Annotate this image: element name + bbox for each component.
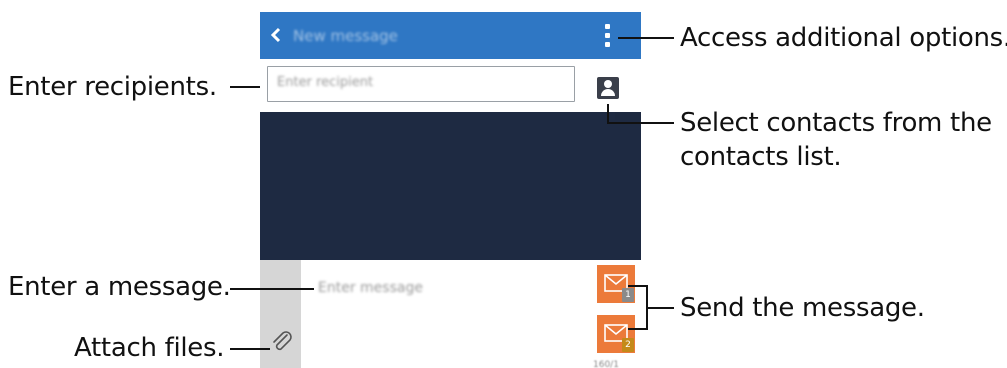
callout-contacts-line1: Select contacts from the <box>680 108 992 138</box>
callout-line <box>230 348 270 350</box>
callout-contacts-line2: contacts list. <box>680 142 842 172</box>
recipient-placeholder: Enter recipient <box>277 75 374 90</box>
recipient-row: Enter recipient <box>260 59 641 112</box>
callout-line <box>646 307 674 309</box>
callout-line <box>607 104 609 124</box>
recipient-input[interactable]: Enter recipient <box>267 66 575 102</box>
callout-line <box>230 86 260 88</box>
callout-attach: Attach files. <box>74 333 225 363</box>
send-button-sim2[interactable]: 2 <box>597 315 635 353</box>
sim-badge: 1 <box>622 288 634 302</box>
conversation-area <box>260 112 641 260</box>
callout-line <box>607 122 674 124</box>
callout-line <box>230 288 314 290</box>
divider <box>615 112 641 120</box>
contact-person-icon[interactable] <box>597 77 619 99</box>
callout-line <box>628 285 648 287</box>
sim-badge: 2 <box>622 338 634 352</box>
callout-send: Send the message. <box>680 293 925 323</box>
character-counter: 160/1 <box>593 360 619 368</box>
callout-options: Access additional options. <box>680 23 1007 53</box>
action-bar: New message <box>260 12 641 59</box>
phone-screen: New message Enter recipient Enter messag… <box>260 12 641 368</box>
paperclip-icon[interactable] <box>270 330 294 354</box>
attach-column <box>260 260 301 368</box>
chevron-left-icon[interactable] <box>266 22 286 48</box>
callout-recipients: Enter recipients. <box>8 72 217 102</box>
callout-line <box>628 328 648 330</box>
send-button-sim1[interactable]: 1 <box>597 265 635 303</box>
message-input[interactable]: Enter message <box>318 280 423 296</box>
callout-line <box>618 37 674 39</box>
callout-message: Enter a message. <box>8 272 231 302</box>
composer: Enter message 1 2 160/1 <box>260 260 641 368</box>
page-title: New message <box>293 27 398 45</box>
more-vertical-icon[interactable] <box>600 21 616 51</box>
